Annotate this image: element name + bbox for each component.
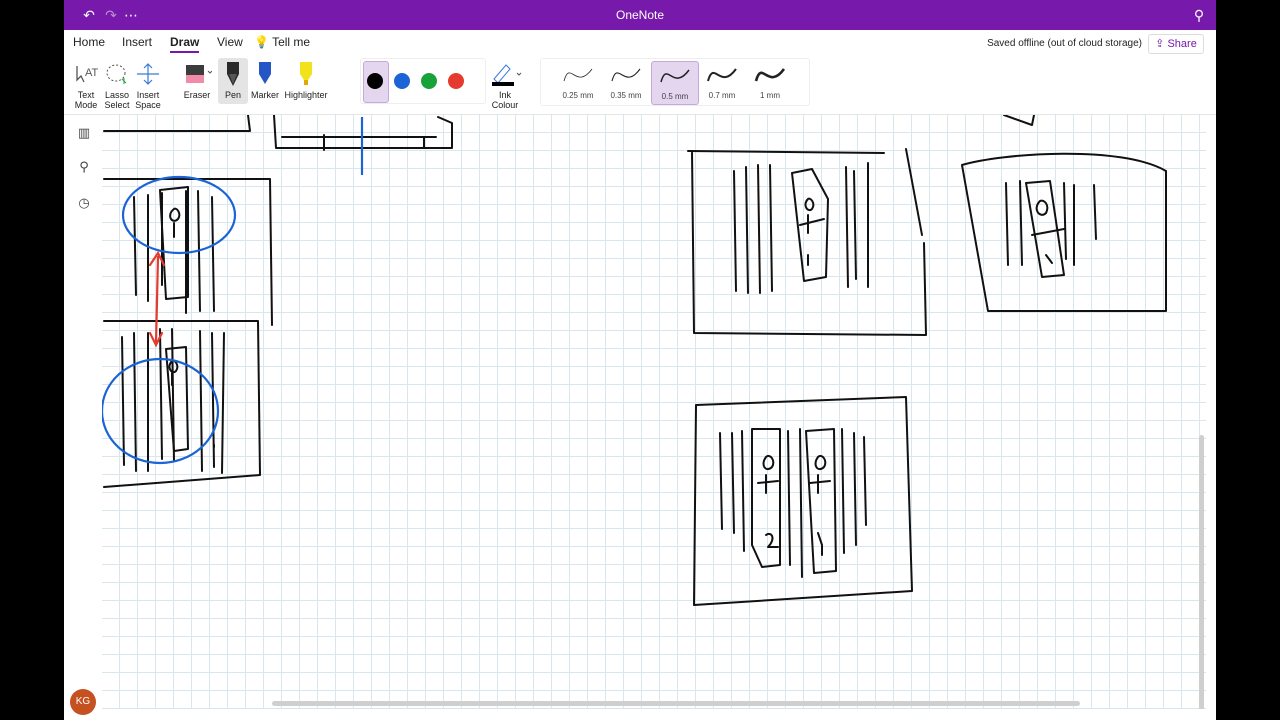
tell-me-search[interactable]: 💡 Tell me [254,35,310,49]
pen-label: Pen [224,90,241,100]
insert-space-icon [132,58,164,90]
user-avatar[interactable]: KG [70,689,96,715]
highlighter-button[interactable]: Highlighter [282,58,330,100]
horizontal-scrollbar[interactable] [272,701,1080,706]
text-mode-button[interactable]: AT Text Mode [70,58,102,110]
stroke-width-picker: 0.25 mm 0.35 mm 0.5 mm 0.7 mm 1 mm [540,58,810,106]
tab-home[interactable]: Home [73,35,105,49]
feedback-icon[interactable]: ⚲ [1190,6,1208,24]
text-mode-label: Text Mode [74,90,98,110]
width-option-1[interactable]: 1 mm [747,61,793,103]
eraser-label: Eraser [183,90,211,100]
notebooks-icon[interactable]: ▥ [76,125,92,141]
vertical-scrollbar[interactable] [1199,435,1204,709]
marker-label: Marker [250,90,279,100]
highlighter-label: Highlighter [284,90,328,100]
lasso-select-button[interactable]: Lasso Select [101,58,133,110]
tab-insert[interactable]: Insert [122,35,152,49]
width-option-07[interactable]: 0.7 mm [699,61,745,103]
save-status: Saved offline (out of cloud storage) [987,38,1142,49]
color-swatch-green[interactable] [421,73,437,89]
insert-space-button[interactable]: Insert Space [132,58,164,110]
share-label: Share [1167,38,1197,50]
pen-color-picker [360,58,486,104]
width-label: 0.7 mm [708,91,736,100]
color-swatch-blue[interactable] [394,73,410,89]
width-label: 0.25 mm [562,91,594,100]
tab-view[interactable]: View [217,35,243,49]
svg-text:AT: AT [85,67,99,79]
share-icon: ⇪ [1155,38,1168,50]
ink-colour-icon [486,58,524,90]
eraser-icon [180,58,214,90]
tab-draw[interactable]: Draw [170,35,200,53]
ink-colour-label: Ink Colour [491,90,519,110]
tell-me-label: Tell me [272,35,311,49]
pen-icon [218,58,248,90]
color-swatch-red[interactable] [448,73,464,89]
width-option-05[interactable]: 0.5 mm [651,61,699,105]
highlighter-icon [282,58,330,90]
width-label: 0.5 mm [661,92,689,101]
page-canvas[interactable] [102,115,1206,709]
title-bar: ↶ ↷ ⋯ OneNote ⚲ [64,0,1216,30]
lasso-label: Lasso Select [104,90,130,110]
eraser-button[interactable]: Eraser [180,58,214,100]
recent-clock-icon[interactable]: ◷ [76,195,92,211]
width-option-035[interactable]: 0.35 mm [603,61,649,103]
width-option-025[interactable]: 0.25 mm [555,61,601,103]
app-title: OneNote [615,8,665,22]
lightbulb-icon: 💡 [254,35,269,49]
lasso-icon [101,58,133,90]
color-swatch-black[interactable] [367,73,383,89]
search-icon[interactable]: ⚲ [76,159,92,175]
pen-button[interactable]: Pen [218,58,248,104]
ink-colour-button[interactable]: Ink Colour [486,58,524,110]
marker-icon [250,58,280,90]
insert-space-label: Insert Space [135,90,161,110]
ribbon-tabs: Home Insert Draw View 💡 Tell me Saved of… [64,30,1216,54]
left-sidebar: ▥ ⚲ ◷ [64,115,102,720]
share-button[interactable]: ⇪ Share [1148,34,1204,54]
width-label: 1 mm [760,91,780,100]
width-label: 0.35 mm [610,91,642,100]
ink-drawing [102,115,1167,606]
marker-button[interactable]: Marker [250,58,280,100]
draw-toolbar: AT Text Mode Lasso Select Insert Space E… [64,54,1216,115]
onenote-window: ↶ ↷ ⋯ OneNote ⚲ Home Insert Draw View 💡 … [64,0,1216,720]
text-cursor-icon: AT [70,58,102,90]
